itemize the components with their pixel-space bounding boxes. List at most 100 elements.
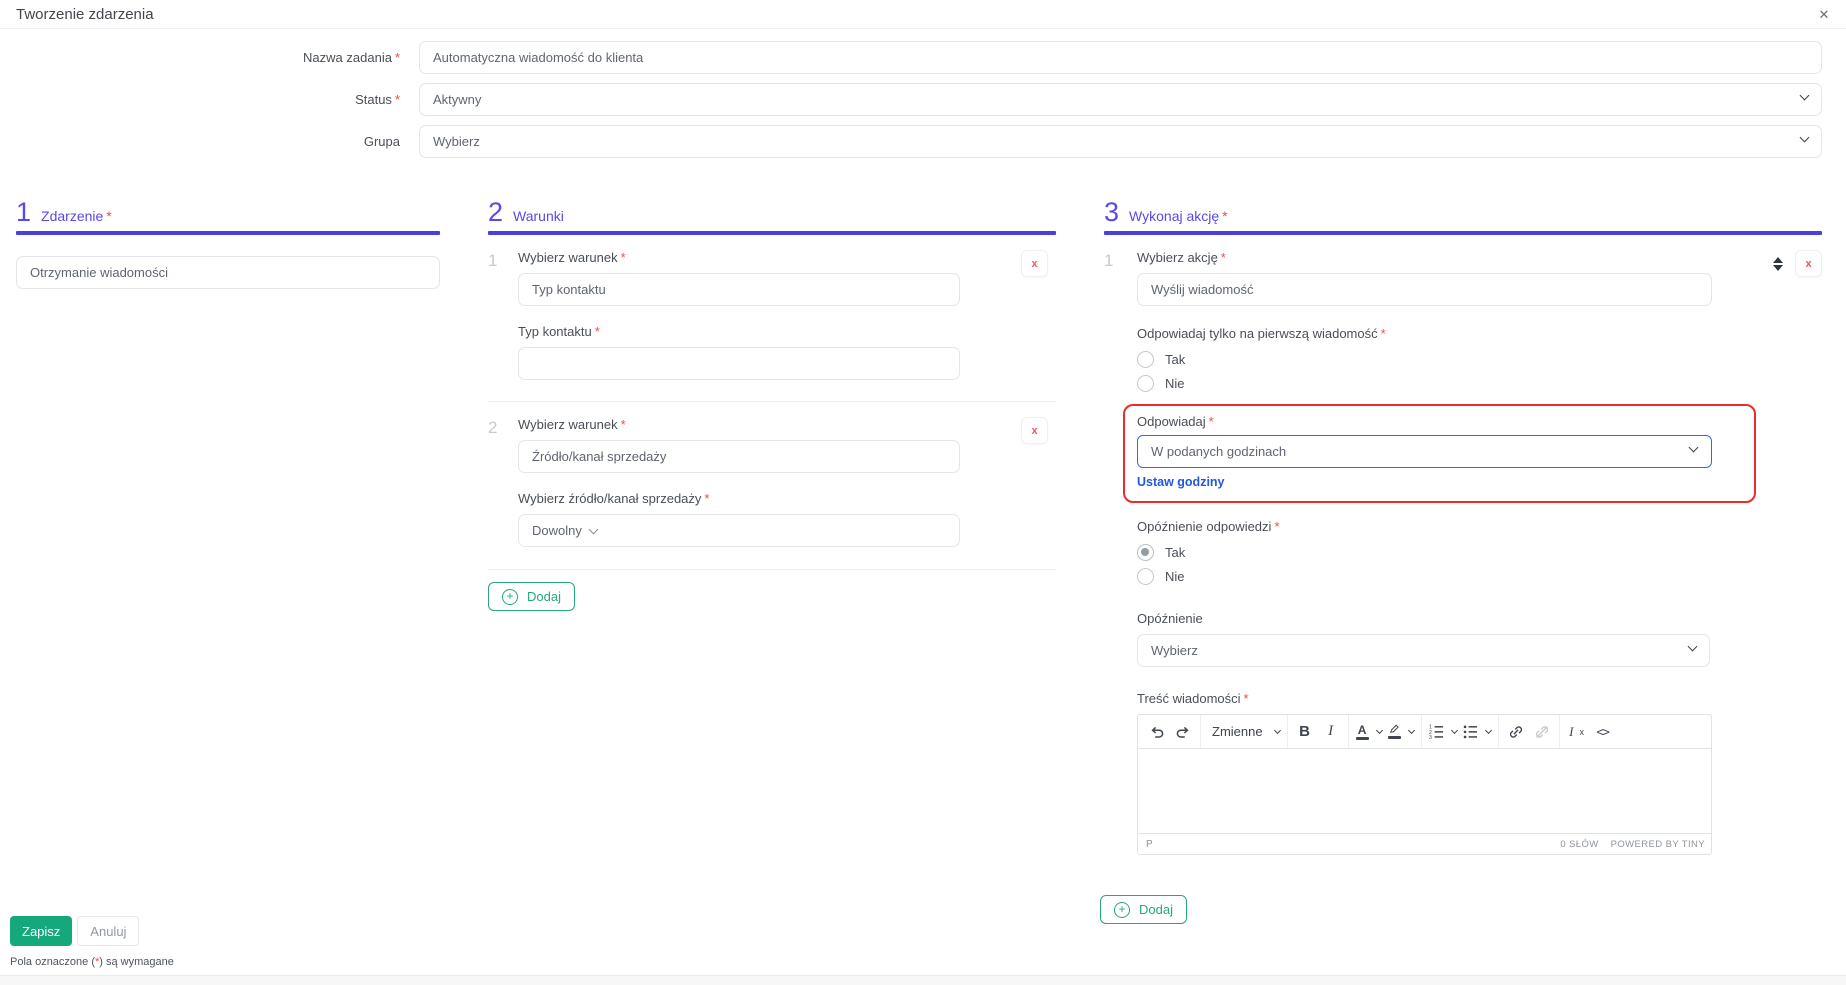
required-asterisk: * [595,324,600,339]
plus-icon: + [502,589,518,605]
first-message-label-text: Odpowiadaj tylko na pierwszą wiadomość [1137,326,1378,341]
clear-formatting-icon[interactable]: Ix [1565,720,1589,744]
action-label: Wybierz akcję* [1137,250,1712,265]
section-underline [1104,231,1822,235]
status-label: Status* [0,92,400,107]
required-asterisk: * [1221,250,1226,265]
task-name-input[interactable]: Automatyczna wiadomość do klienta [419,41,1822,74]
status-select[interactable]: Aktywny [419,83,1822,116]
radio-label: Tak [1165,545,1185,560]
action-label-text: Wybierz akcję [1137,250,1218,265]
ordered-list-icon[interactable]: 123 [1427,720,1459,744]
section-title: Warunki [513,208,564,226]
variables-label: Zmienne [1208,724,1267,739]
group-value: Wybierz [433,134,480,149]
delay-option-yes: Tak [1137,542,1712,563]
section-conditions: 2 Warunki 1 Wybierz warunek* Typ kontakt… [488,196,1056,611]
chevron-down-icon [1485,727,1492,734]
contact-type-label-text: Typ kontaktu [518,324,592,339]
variables-dropdown[interactable]: Zmienne [1206,720,1282,744]
required-asterisk: * [1209,414,1214,429]
radio-label: Nie [1165,376,1185,391]
required-asterisk: * [1244,691,1249,706]
delay-label: Opóźnienie [1137,611,1712,626]
action-select[interactable]: Wyślij wiadomość [1137,273,1712,306]
respond-label-text: Odpowiadaj [1137,414,1206,429]
editor-content-area[interactable] [1138,749,1711,833]
add-button-label: Dodaj [527,589,561,604]
first-message-option-yes: Tak [1137,349,1712,370]
required-fields-note: Pola oznaczone (*) są wymagane [10,956,174,968]
radio-button[interactable] [1137,351,1154,368]
highlight-color-icon[interactable] [1386,720,1416,744]
group-label-text: Grupa [364,134,400,149]
respond-value: W podanych godzinach [1151,444,1286,459]
radio-button[interactable] [1137,568,1154,585]
word-count[interactable]: 0 SŁÓW [1560,839,1598,850]
bold-icon[interactable]: B [1293,720,1317,744]
workflow-columns: 1 Zdarzenie* Otrzymanie wiadomości 2 War… [0,196,1846,896]
delay-value: Wybierz [1151,643,1198,658]
save-button[interactable]: Zapisz [10,916,72,946]
delay-select[interactable]: Wybierz [1137,634,1710,667]
condition-label: Wybierz warunek* [518,250,960,265]
reorder-handle-icon[interactable] [1773,257,1783,271]
section-title-text: Zdarzenie [41,208,103,224]
condition-value: Typ kontaktu [532,282,606,297]
radio-button[interactable] [1137,375,1154,392]
cancel-button[interactable]: Anuluj [77,916,139,946]
italic-icon[interactable]: I [1319,720,1343,744]
redo-icon[interactable] [1171,720,1195,744]
required-asterisk: * [106,208,111,224]
editor-block-path: P [1146,839,1153,850]
delete-action-button[interactable]: x [1795,250,1822,277]
close-icon[interactable]: ✕ [1814,5,1834,25]
condition-label-text: Wybierz warunek [518,417,618,432]
event-type-input[interactable]: Otrzymanie wiadomości [16,256,440,289]
unlink-icon[interactable] [1530,720,1554,744]
set-hours-link[interactable]: Ustaw godziny [1137,475,1225,489]
contact-type-input[interactable] [518,347,960,380]
first-message-label: Odpowiadaj tylko na pierwszą wiadomość* [1137,326,1712,341]
required-asterisk: * [704,491,709,506]
radio-button-checked[interactable] [1137,544,1154,561]
footer: Zapisz Anuluj Pola oznaczone (*) są wyma… [10,916,174,968]
delete-condition-button[interactable]: x [1021,250,1048,277]
bullet-list-icon[interactable] [1461,720,1493,744]
add-action-button[interactable]: + Dodaj [1100,895,1187,924]
editor-toolbar: Zmienne B I A 123 [1138,715,1711,749]
delete-condition-button[interactable]: x [1021,417,1048,444]
group-select[interactable]: Wybierz [419,125,1822,158]
condition-select[interactable]: Typ kontaktu [518,273,960,306]
group-row: Grupa Wybierz [0,125,1846,158]
radio-label: Tak [1165,352,1185,367]
section-number: 3 [1104,199,1119,226]
source-channel-select[interactable]: Dowolny [518,514,960,547]
text-color-icon[interactable]: A [1354,720,1384,744]
chevron-down-icon [1451,727,1458,734]
required-asterisk: * [621,417,626,432]
editor-status-bar: P 0 SŁÓW POWERED BY TINY [1138,833,1711,854]
source-channel-label: Wybierz źródło/kanał sprzedaży* [518,491,960,506]
condition-select[interactable]: Źródło/kanał sprzedaży [518,440,960,473]
note-prefix: Pola oznaczone ( [10,956,95,968]
delay-option-no: Nie [1137,566,1712,587]
undo-icon[interactable] [1145,720,1169,744]
condition-item-1: 1 Wybierz warunek* Typ kontaktu Typ kont… [488,250,1056,380]
item-index: 1 [488,250,518,380]
source-code-icon[interactable]: <> [1591,720,1615,744]
modal-header: Tworzenie zdarzenia ✕ [0,0,1846,29]
add-button-label: Dodaj [1139,902,1173,917]
link-icon[interactable] [1504,720,1528,744]
task-name-label-text: Nazwa zadania [303,50,392,65]
section-title-text: Warunki [513,208,564,224]
respond-label: Odpowiadaj* [1137,414,1742,429]
source-channel-value: Dowolny [532,523,582,538]
add-condition-button[interactable]: + Dodaj [488,582,575,611]
status-row: Status* Aktywny [0,83,1846,116]
section-number: 2 [488,199,503,226]
respond-select[interactable]: W podanych godzinach [1137,435,1712,468]
section-number: 1 [16,199,31,226]
condition-label: Wybierz warunek* [518,417,960,432]
item-index: 1 [1104,250,1137,855]
